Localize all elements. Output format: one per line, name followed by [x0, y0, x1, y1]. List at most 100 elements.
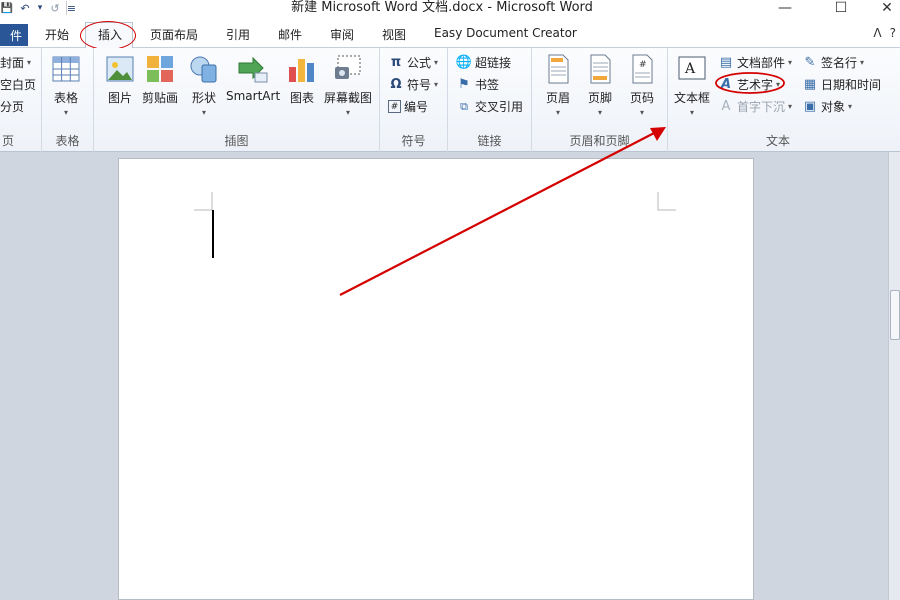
symbol-button[interactable]: Ω 符号 ▾	[388, 76, 438, 93]
tab-references[interactable]: 引用	[226, 26, 250, 43]
shapes-icon	[190, 56, 217, 83]
tab-file[interactable]: 件	[0, 24, 28, 46]
quick-parts-button[interactable]: ▤ 文档部件 ▾	[718, 54, 792, 71]
equation-button[interactable]: π 公式 ▾	[388, 54, 438, 71]
header-label: 页眉	[545, 91, 570, 105]
footer-icon	[590, 54, 611, 84]
cover-page-label: 封面	[0, 56, 25, 70]
chevron-down-icon: ▾	[788, 102, 793, 111]
footer-button[interactable]: 页脚 ▾	[584, 53, 616, 117]
group-text: A 文本框 ▾ ▤ 文档部件 ▾ A 艺术字 ▾ A 首字下沉 ▾ ✎ 签名行 ▾ ▦ 日期和时间…	[668, 48, 888, 152]
chevron-down-icon: ▾	[690, 108, 695, 117]
tab-view[interactable]: 视图	[382, 26, 406, 43]
chevron-down-icon: ▾	[434, 80, 439, 89]
group-illustrations: 图片 剪贴画 形状 ▾ SmartArt 图表 屏幕截图 ▾ 插图	[94, 48, 380, 152]
group-symbols: π 公式 ▾ Ω 符号 ▾ # 编号 符号	[380, 48, 448, 152]
page-number-button[interactable]: # 页码 ▾	[626, 53, 658, 117]
omega-icon: Ω	[390, 77, 402, 92]
bookmark-label: 书签	[475, 78, 500, 92]
quick-parts-icon: ▤	[719, 55, 733, 70]
smartart-icon	[238, 56, 268, 83]
header-icon	[548, 54, 569, 84]
chevron-down-icon: ▾	[63, 108, 68, 117]
number-label: 编号	[404, 100, 429, 114]
wordart-label: 艺术字	[737, 78, 774, 92]
screenshot-icon	[335, 55, 361, 79]
collapse-ribbon-icon[interactable]: ᐱ	[873, 26, 881, 40]
chevron-down-icon: ▾	[597, 108, 602, 117]
drop-cap-button[interactable]: A 首字下沉 ▾	[718, 98, 792, 115]
group-label-illustrations: 插图	[224, 134, 249, 148]
object-icon: ▣	[803, 99, 817, 114]
signature-line-label: 签名行	[821, 56, 858, 70]
drop-cap-icon: A	[721, 99, 731, 114]
close-button[interactable]: ✕	[872, 0, 900, 16]
signature-line-button[interactable]: ✎ 签名行 ▾	[802, 54, 864, 71]
clipart-button[interactable]: 剪贴画	[142, 53, 178, 106]
chart-icon	[289, 59, 314, 82]
textbox-label: 文本框	[674, 91, 711, 105]
scrollbar-thumb[interactable]	[890, 290, 900, 340]
bookmark-icon: ⚑	[458, 77, 470, 92]
svg-text:#: #	[639, 60, 647, 70]
vertical-scrollbar[interactable]	[888, 152, 900, 600]
tab-review[interactable]: 审阅	[330, 26, 354, 43]
cross-reference-label: 交叉引用	[475, 100, 524, 114]
chevron-down-icon: ▾	[788, 58, 793, 67]
minimize-button[interactable]: —	[770, 0, 800, 16]
cover-page-button[interactable]: 封面 ▾	[0, 54, 31, 71]
picture-button[interactable]: 图片	[104, 53, 136, 106]
shapes-label: 形状	[191, 91, 216, 105]
header-button[interactable]: 页眉 ▾	[542, 53, 574, 117]
pi-icon: π	[390, 55, 402, 70]
group-label-links: 链接	[477, 134, 502, 148]
tab-home[interactable]: 开始	[45, 26, 69, 43]
chevron-down-icon: ▾	[776, 80, 781, 89]
document-area	[0, 152, 888, 600]
group-tables: 表格 ▾ 表格	[42, 48, 94, 152]
drop-cap-label: 首字下沉	[737, 100, 786, 114]
ribbon-tabs: 件 开始 插入 页面布局 引用 邮件 审阅 视图 Easy Document C…	[0, 18, 900, 50]
picture-label: 图片	[107, 91, 132, 105]
symbol-label: 符号	[407, 78, 432, 92]
smartart-label: SmartArt	[226, 89, 281, 103]
group-links: 🌐 超链接 ⚑ 书签 ⧉ 交叉引用 链接	[448, 48, 532, 152]
footer-label: 页脚	[587, 91, 612, 105]
insert-tab-highlight-circle	[80, 21, 136, 50]
window-title: 新建 Microsoft Word 文档.docx - Microsoft Wo…	[291, 0, 593, 15]
shapes-button[interactable]: 形状 ▾	[188, 53, 220, 117]
tab-page-layout[interactable]: 页面布局	[150, 26, 198, 43]
object-button[interactable]: ▣ 对象 ▾	[802, 98, 852, 115]
clipart-icon	[147, 56, 173, 82]
svg-text:A: A	[684, 61, 696, 77]
bookmark-button[interactable]: ⚑ 书签	[456, 76, 499, 93]
ribbon: 封面 ▾ 空白页 分页 页 表格 ▾ 表格 图片 剪贴画 形状 ▾ SmartA…	[0, 48, 900, 152]
tab-easy-document-creator[interactable]: Easy Document Creator	[434, 26, 577, 40]
chevron-down-icon: ▾	[639, 108, 644, 117]
group-label-text: 文本	[765, 134, 790, 148]
chart-label: 图表	[289, 91, 314, 105]
group-label-tables: 表格	[55, 134, 80, 148]
equation-label: 公式	[407, 56, 432, 70]
text-cursor	[212, 210, 214, 258]
chart-button[interactable]: 图表	[286, 53, 318, 106]
screenshot-button[interactable]: 屏幕截图 ▾	[324, 53, 372, 117]
group-header-footer: 页眉 ▾ 页脚 ▾ # 页码 ▾ 页眉和页脚	[532, 48, 668, 152]
chevron-down-icon: ▾	[27, 58, 32, 67]
page-break-button[interactable]: 分页	[0, 98, 24, 115]
hyperlink-button[interactable]: 🌐 超链接	[456, 54, 511, 71]
number-button[interactable]: # 编号	[388, 98, 428, 115]
help-icon[interactable]: ?	[890, 26, 896, 40]
smartart-button[interactable]: SmartArt	[226, 53, 280, 103]
cross-reference-button[interactable]: ⧉ 交叉引用	[456, 98, 523, 115]
chevron-down-icon: ▾	[434, 58, 439, 67]
textbox-button[interactable]: A 文本框 ▾	[674, 53, 710, 117]
tab-mailings[interactable]: 邮件	[278, 26, 302, 43]
wordart-button[interactable]: A 艺术字 ▾	[718, 76, 780, 93]
date-time-button[interactable]: ▦ 日期和时间	[802, 76, 881, 93]
group-pages: 封面 ▾ 空白页 分页 页	[0, 48, 42, 152]
blank-page-button[interactable]: 空白页	[0, 76, 36, 93]
table-button[interactable]: 表格 ▾	[50, 53, 82, 117]
maximize-button[interactable]: ☐	[826, 0, 856, 16]
page-number-icon: #	[632, 54, 653, 84]
